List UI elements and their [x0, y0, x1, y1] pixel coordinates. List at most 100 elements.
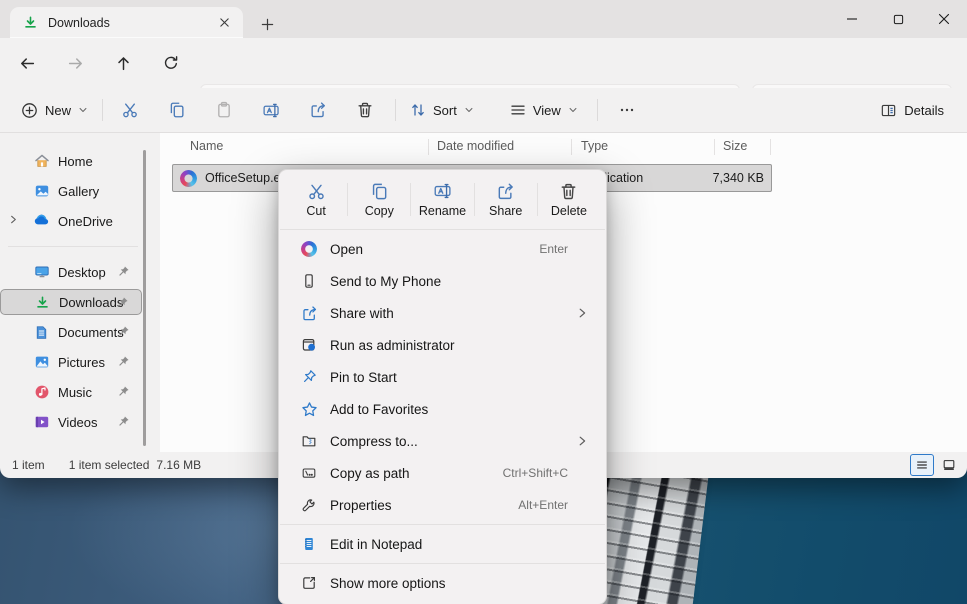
- context-rename-button[interactable]: Rename: [411, 175, 473, 224]
- rename-button[interactable]: [253, 93, 289, 127]
- menu-item-edit-in-notepad[interactable]: Edit in Notepad: [283, 528, 602, 560]
- toolbar-separator: [597, 99, 598, 121]
- menu-item-open[interactable]: Open Enter: [283, 233, 602, 265]
- refresh-button[interactable]: [154, 46, 188, 80]
- sidebar-item-label: Videos: [58, 415, 98, 430]
- menu-item-show-more-options[interactable]: Show more options: [283, 567, 602, 599]
- office-app-icon: [300, 240, 318, 258]
- screen: Downloads: [0, 0, 967, 604]
- menu-item-share-with[interactable]: Share with: [283, 297, 602, 329]
- thumbnail-view-icon: [942, 458, 956, 472]
- phone-icon: [300, 272, 318, 290]
- menu-item-run-as-administrator[interactable]: Run as administrator: [283, 329, 602, 361]
- sort-button[interactable]: Sort: [401, 93, 483, 127]
- sidebar-item-pictures[interactable]: Pictures: [0, 349, 142, 375]
- up-button[interactable]: [106, 46, 140, 80]
- back-button[interactable]: [10, 46, 44, 80]
- trash-icon: [559, 182, 578, 201]
- column-divider[interactable]: [428, 139, 429, 155]
- shortcut-hint: Ctrl+Shift+C: [503, 466, 568, 480]
- context-copy-button[interactable]: Copy: [348, 175, 410, 224]
- menu-item-label: Add to Favorites: [330, 402, 588, 417]
- new-tab-button[interactable]: [256, 13, 278, 35]
- sidebar-item-downloads[interactable]: Downloads: [0, 289, 142, 315]
- sidebar-item-label: Music: [58, 385, 92, 400]
- sidebar-separator: [8, 246, 138, 247]
- menu-item-pin-to-start[interactable]: Pin to Start: [283, 361, 602, 393]
- delete-button[interactable]: [347, 93, 383, 127]
- office-app-icon: [180, 170, 197, 187]
- details-view-icon: [915, 458, 929, 472]
- quick-action-label: Delete: [551, 204, 587, 218]
- minimize-button[interactable]: [829, 0, 875, 38]
- sidebar-item-desktop[interactable]: Desktop: [0, 259, 142, 285]
- close-button[interactable]: [921, 0, 967, 38]
- sidebar-item-label: Desktop: [58, 265, 106, 280]
- forward-button[interactable]: [58, 46, 92, 80]
- copy-button[interactable]: [159, 93, 195, 127]
- menu-item-add-to-favorites[interactable]: Add to Favorites: [283, 393, 602, 425]
- menu-item-label: Edit in Notepad: [330, 537, 588, 552]
- paste-button[interactable]: [206, 93, 242, 127]
- column-size[interactable]: Size: [723, 139, 747, 153]
- share-icon: [300, 304, 318, 322]
- menu-item-label: Copy as path: [330, 466, 503, 481]
- sidebar-item-onedrive[interactable]: OneDrive: [0, 208, 142, 234]
- documents-icon: [33, 324, 50, 341]
- sidebar-item-music[interactable]: Music: [0, 379, 142, 405]
- context-cut-button[interactable]: Cut: [285, 175, 347, 224]
- column-type[interactable]: Type: [581, 139, 608, 153]
- window-controls: [829, 0, 967, 38]
- column-name[interactable]: Name: [190, 139, 223, 153]
- copy-icon: [370, 182, 389, 201]
- sidebar-item-home[interactable]: Home: [0, 148, 142, 174]
- ellipsis-icon: [619, 102, 635, 118]
- sidebar-item-videos[interactable]: Videos: [0, 409, 142, 435]
- zip-folder-icon: [300, 432, 318, 450]
- chevron-down-icon: [568, 105, 578, 115]
- see-more-button[interactable]: [609, 93, 645, 127]
- videos-icon: [33, 414, 50, 431]
- view-button[interactable]: View: [501, 93, 587, 127]
- menu-item-copy-as-path[interactable]: Copy as path Ctrl+Shift+C: [283, 457, 602, 489]
- star-icon: [300, 400, 318, 418]
- column-divider[interactable]: [714, 139, 715, 155]
- paste-icon: [215, 101, 233, 119]
- column-headers: Name Date modified Type Size: [160, 133, 967, 161]
- new-button[interactable]: New: [12, 93, 97, 127]
- sidebar-item-gallery[interactable]: Gallery: [0, 178, 142, 204]
- context-delete-button[interactable]: Delete: [538, 175, 600, 224]
- maximize-button[interactable]: [875, 0, 921, 38]
- tab-close-icon[interactable]: [215, 14, 233, 32]
- view-button-label: View: [533, 103, 561, 118]
- share-icon: [309, 101, 327, 119]
- column-date-modified[interactable]: Date modified: [437, 139, 514, 153]
- thumbnail-view-toggle[interactable]: [937, 454, 961, 476]
- column-divider[interactable]: [770, 139, 771, 155]
- menu-item-send-to-my-phone[interactable]: Send to My Phone: [283, 265, 602, 297]
- plus-circle-icon: [21, 102, 38, 119]
- sidebar-item-label: Downloads: [59, 295, 123, 310]
- cut-button[interactable]: [112, 93, 148, 127]
- download-icon: [34, 294, 51, 311]
- menu-item-label: Properties: [330, 498, 518, 513]
- expand-chevron-icon[interactable]: [8, 214, 19, 225]
- sidebar-scrollbar[interactable]: [143, 150, 146, 446]
- tab-downloads[interactable]: Downloads: [10, 7, 243, 38]
- menu-item-compress-to[interactable]: Compress to...: [283, 425, 602, 457]
- pin-icon: [117, 355, 130, 368]
- details-pane-button[interactable]: Details: [871, 93, 953, 127]
- toolbar-separator: [395, 99, 396, 121]
- share-button[interactable]: [300, 93, 336, 127]
- details-view-toggle[interactable]: [910, 454, 934, 476]
- selection-size: 7.16 MB: [156, 458, 201, 472]
- menu-item-properties[interactable]: Properties Alt+Enter: [283, 489, 602, 521]
- context-share-button[interactable]: Share: [475, 175, 537, 224]
- tab-bar: Downloads: [0, 0, 967, 38]
- pin-icon: [117, 325, 130, 338]
- desktop-icon: [33, 264, 50, 281]
- details-button-label: Details: [904, 103, 944, 118]
- column-divider[interactable]: [571, 139, 572, 155]
- command-toolbar: New Sort: [0, 88, 967, 133]
- sidebar-item-documents[interactable]: Documents: [0, 319, 142, 345]
